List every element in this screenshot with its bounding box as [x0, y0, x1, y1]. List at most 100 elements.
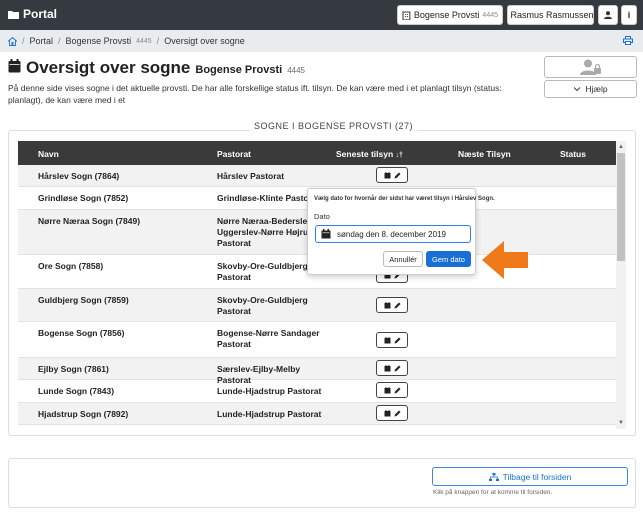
- cell-navn: Guldbjerg Sogn (7859): [38, 295, 129, 305]
- cell-navn: Bogense Sogn (7856): [38, 328, 125, 338]
- cell-pastorat: Lunde-Hjadstrup Pastorat: [217, 386, 322, 396]
- folder-icon: [8, 10, 19, 19]
- edit-date-button[interactable]: [376, 360, 408, 376]
- cell-navn: Hjadstrup Sogn (7892): [38, 409, 129, 419]
- table-row: Hårslev Sogn (7864) Hårslev Pastorat: [18, 165, 616, 187]
- user-lock-icon: [579, 59, 601, 75]
- pencil-icon: [394, 365, 400, 371]
- pencil-icon: [394, 172, 400, 178]
- cell-navn: Hårslev Sogn (7864): [38, 171, 120, 181]
- print-icon[interactable]: [623, 36, 633, 45]
- help-label: Hjælp: [585, 84, 608, 94]
- col-status[interactable]: Status: [560, 149, 586, 159]
- col-naeste-tilsyn[interactable]: Næste Tilsyn: [458, 149, 511, 159]
- table-row: Ejlby Sogn (7861) Særslev-Ejlby-Melby Pa…: [18, 358, 616, 385]
- breadcrumb: / Portal / Bogense Provsti 4445 / Oversi…: [0, 30, 643, 52]
- info-icon: i: [627, 10, 631, 20]
- col-navn[interactable]: Navn: [38, 149, 59, 159]
- date-picker-popover: Vælg dato for hvornår der sidst har være…: [307, 188, 495, 275]
- edit-date-button[interactable]: [376, 405, 408, 421]
- page-subtitle-code: 4445: [287, 66, 305, 75]
- building-icon: [402, 11, 411, 20]
- provsti-code: 4445: [482, 11, 498, 19]
- calendar-icon: [8, 59, 21, 73]
- scroll-up-arrow-icon[interactable]: ▲: [617, 143, 625, 151]
- section-title-text: SOGNE I BOGENSE PROVSTI: [254, 121, 393, 131]
- date-input[interactable]: søndag den 8. december 2019: [315, 225, 471, 243]
- popover-title: Vælg dato for hvornår der sidst har være…: [314, 196, 495, 202]
- calendar-icon: [384, 301, 390, 308]
- save-date-button[interactable]: Gem dato: [426, 251, 471, 267]
- calendar-icon: [384, 386, 390, 393]
- arrow-left-icon: [482, 241, 528, 279]
- breadcrumb-provsti[interactable]: Bogense Provsti: [66, 36, 132, 46]
- date-input-value: søndag den 8. december 2019: [337, 229, 446, 239]
- pencil-icon: [394, 387, 400, 393]
- edit-date-button[interactable]: [376, 297, 408, 313]
- col-seneste-tilsyn[interactable]: Seneste tilsyn ↓†: [336, 149, 403, 159]
- user-icon: [604, 11, 612, 19]
- profile-button[interactable]: [598, 5, 618, 25]
- pencil-icon: [394, 410, 400, 416]
- col-pastorat[interactable]: Pastorat: [217, 149, 251, 159]
- cell-pastorat: Skovby-Ore-Guldbjerg Pastorat: [217, 295, 308, 316]
- section-title: SOGNE I BOGENSE PROVSTI (27): [250, 121, 418, 131]
- table-row: Guldbjerg Sogn (7859) Skovby-Ore-Guldbje…: [18, 289, 616, 322]
- back-button-note: Klik på knappen for at komme til forside…: [433, 489, 553, 496]
- user-name: Rasmus Rasmussen: [510, 10, 594, 20]
- chevron-down-icon: [574, 87, 581, 92]
- user-lock-button[interactable]: [544, 56, 637, 78]
- top-navbar: Portal Bogense Provsti 4445 Rasmus Rasmu…: [0, 0, 643, 30]
- sitemap-icon: [488, 472, 499, 481]
- cell-navn: Lunde Sogn (7843): [38, 386, 115, 396]
- edit-date-button[interactable]: [376, 382, 408, 398]
- cell-navn: Grindløse Sogn (7852): [38, 193, 129, 203]
- cell-navn: Nørre Næraa Sogn (7849): [38, 216, 141, 226]
- cell-pastorat: Lunde-Hjadstrup Pastorat: [217, 409, 322, 419]
- calendar-icon: [384, 336, 390, 343]
- info-button[interactable]: i: [621, 5, 637, 25]
- cell-pastorat: Hårslev Pastorat: [217, 171, 285, 181]
- calendar-icon: [384, 409, 390, 416]
- col-seneste-label: Seneste tilsyn: [336, 149, 394, 159]
- breadcrumb-separator: /: [22, 36, 25, 46]
- cancel-button[interactable]: Annullér: [383, 251, 423, 267]
- scrollbar-thumb[interactable]: [617, 153, 625, 261]
- breadcrumb-separator: /: [156, 36, 160, 46]
- section-count: (27): [395, 121, 414, 131]
- page-title: Oversigt over sogne Bogense Provsti 4445: [8, 58, 305, 78]
- brand-link[interactable]: Portal: [8, 7, 57, 21]
- back-to-frontpage-button[interactable]: Tilbage til forsiden: [432, 467, 628, 486]
- cell-pastorat: Bogense-Nørre Sandager Pastorat: [217, 328, 320, 349]
- pencil-icon: [394, 302, 400, 308]
- home-icon[interactable]: [8, 36, 17, 46]
- date-label: Dato: [314, 212, 330, 221]
- edit-date-button[interactable]: [376, 332, 408, 348]
- table-scrollbar[interactable]: ▲ ▼: [616, 141, 626, 429]
- intro-text: På denne side vises sogne i det aktuelle…: [8, 83, 502, 105]
- calendar-icon: [384, 171, 390, 178]
- page-subtitle: Bogense Provsti: [195, 64, 283, 76]
- table-header: Navn Pastorat Seneste tilsyn ↓† Næste Ti…: [18, 141, 616, 165]
- provsti-name: Bogense Provsti: [413, 10, 480, 20]
- table-row: Hjadstrup Sogn (7892) Lunde-Hjadstrup Pa…: [18, 403, 616, 425]
- sort-icon: ↓†: [395, 152, 403, 159]
- brand-label: Portal: [23, 7, 58, 21]
- table-row: Lunde Sogn (7843) Lunde-Hjadstrup Pastor…: [18, 380, 616, 403]
- cell-navn: Ore Sogn (7858): [38, 261, 104, 271]
- edit-date-button[interactable]: [376, 167, 408, 183]
- breadcrumb-portal[interactable]: Portal: [30, 36, 54, 46]
- table-row: Bogense Sogn (7856) Bogense-Nørre Sandag…: [18, 322, 616, 358]
- cell-navn: Ejlby Sogn (7861): [38, 364, 109, 374]
- breadcrumb-separator: /: [58, 36, 61, 46]
- breadcrumb-current: Oversigt over sogne: [164, 36, 245, 46]
- breadcrumb-provsti-code: 4445: [136, 37, 152, 45]
- calendar-icon: [321, 229, 331, 239]
- scroll-down-arrow-icon[interactable]: ▼: [617, 419, 625, 427]
- user-menu-button[interactable]: Rasmus Rasmussen: [507, 5, 594, 25]
- provsti-selector-button[interactable]: Bogense Provsti 4445: [397, 5, 503, 25]
- calendar-icon: [384, 364, 390, 371]
- help-button[interactable]: Hjælp: [544, 80, 637, 98]
- page-title-text: Oversigt over sogne: [26, 58, 191, 77]
- pencil-icon: [394, 337, 400, 343]
